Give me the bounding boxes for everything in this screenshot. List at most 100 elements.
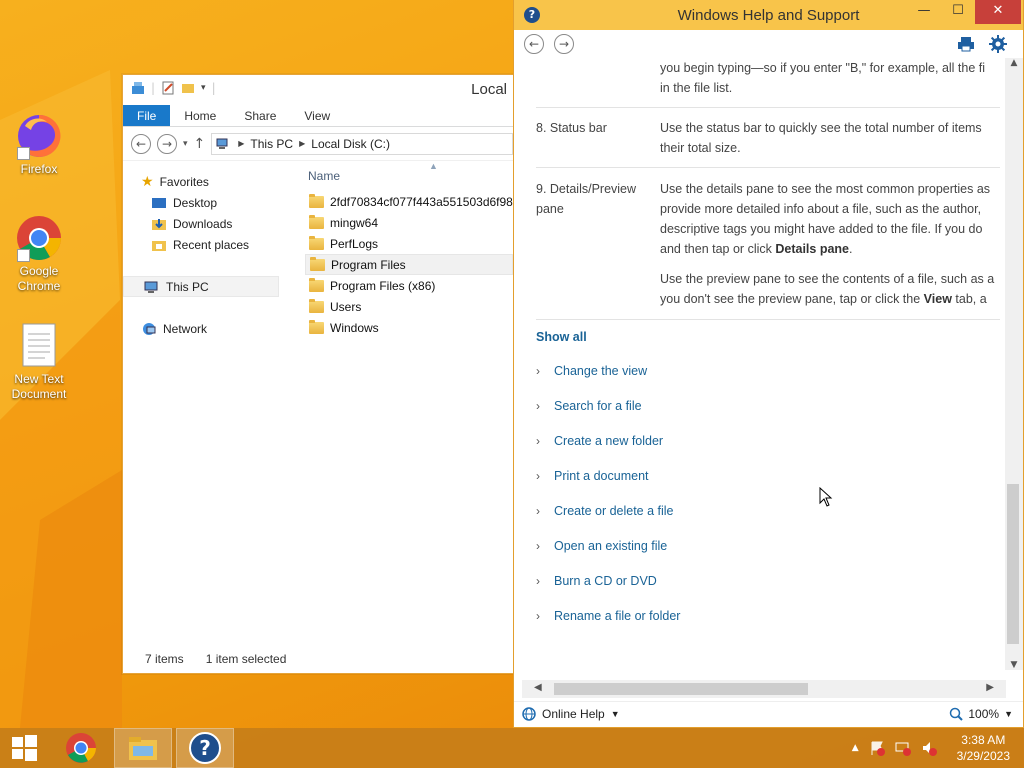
nav-network[interactable]: Network <box>131 318 291 339</box>
file-row[interactable]: mingw64 <box>305 212 513 233</box>
vertical-scroll-thumb[interactable] <box>1007 484 1019 644</box>
tab-file[interactable]: File <box>123 105 171 126</box>
navigation-pane: ★ Favorites Desktop Downloads Recent pla… <box>123 169 291 339</box>
clock-date: 3/29/2023 <box>956 749 1010 763</box>
computer-icon <box>216 138 228 149</box>
print-icon[interactable] <box>957 36 975 52</box>
help-titlebar[interactable]: ? Windows Help and Support — ☐ ✕ <box>514 0 1023 30</box>
file-row[interactable]: PerfLogs <box>305 233 513 254</box>
tab-share[interactable]: Share <box>230 105 290 126</box>
desktop-icon-label: New Text <box>14 372 64 386</box>
related-link-label: Create or delete a file <box>554 504 674 518</box>
maximize-button[interactable]: ☐ <box>941 0 975 24</box>
address-bar[interactable]: ▶ This PC ▶ Local Disk (C:) <box>211 132 513 155</box>
desktop-icon-firefox[interactable]: Firefox <box>4 112 74 177</box>
minimize-button[interactable]: — <box>907 0 941 24</box>
scroll-down-icon[interactable]: ▼ <box>1005 660 1023 670</box>
nav-recent-places[interactable]: Recent places <box>131 234 291 255</box>
nav-network-label: Network <box>163 321 208 336</box>
related-link[interactable]: › Rename a file or folder <box>536 609 1000 644</box>
windows-logo-icon <box>12 735 37 761</box>
explorer-titlebar[interactable]: | ▾ | Local <box>123 75 513 105</box>
new-folder-icon[interactable] <box>181 81 195 95</box>
chevron-right-icon: › <box>536 434 540 448</box>
nav-downloads[interactable]: Downloads <box>131 213 291 234</box>
nav-favorites[interactable]: ★ Favorites <box>131 171 291 192</box>
taskbar-chrome[interactable] <box>52 728 110 768</box>
help-desc-line: Use the status bar to quickly see the to… <box>660 121 982 135</box>
chevron-right-icon: › <box>536 539 540 553</box>
related-link[interactable]: › Change the view <box>536 364 1000 399</box>
help-back-button[interactable]: ← <box>524 34 544 54</box>
qat-dropdown-icon[interactable]: ▾ <box>201 83 206 93</box>
help-desc-line: provide more detailed info about a file,… <box>660 202 982 216</box>
related-link[interactable]: › Create or delete a file <box>536 504 1000 539</box>
gear-icon[interactable] <box>989 35 1007 53</box>
desktop-icon-text-document[interactable]: New Text Document <box>4 322 74 402</box>
show-all-link[interactable]: Show all <box>536 330 1000 344</box>
help-forward-button[interactable]: → <box>554 34 574 54</box>
nav-desktop-label: Desktop <box>173 195 218 210</box>
related-link[interactable]: › Create a new folder <box>536 434 1000 469</box>
column-header-name[interactable]: Name ▲ <box>305 161 513 191</box>
related-link[interactable]: › Open an existing file <box>536 539 1000 574</box>
recent-locations-icon[interactable]: ▾ <box>183 139 188 149</box>
volume-muted-icon[interactable] <box>921 740 937 756</box>
desktop-icon-label: Document <box>11 387 67 401</box>
folder-icon <box>310 256 325 271</box>
help-term: 8. Status bar <box>536 121 607 135</box>
arrow-right-icon: → <box>558 37 570 51</box>
file-row[interactable]: Program Files (x86) <box>305 275 513 296</box>
back-button[interactable]: ← <box>131 133 151 154</box>
related-link[interactable]: › Burn a CD or DVD <box>536 574 1000 609</box>
file-row[interactable]: Users <box>305 296 513 317</box>
clock[interactable]: 3:38 AM 3/29/2023 <box>957 732 1010 764</box>
system-tray: ▲ 3:38 AM 3/29/2023 <box>852 728 1024 768</box>
close-button[interactable]: ✕ <box>975 0 1021 24</box>
file-row[interactable]: Windows <box>305 317 513 338</box>
help-content: you begin typing—so if you enter "B," fo… <box>536 58 1000 678</box>
start-button[interactable] <box>0 728 48 768</box>
breadcrumb-local-disk[interactable]: Local Disk (C:) <box>311 137 390 151</box>
forward-button[interactable]: → <box>157 133 177 154</box>
explorer-status-bar: 7 items 1 item selected <box>123 645 513 673</box>
network-icon <box>143 322 156 335</box>
folder-icon <box>309 319 324 334</box>
explorer-body: ★ Favorites Desktop Downloads Recent pla… <box>123 161 513 651</box>
vertical-scrollbar[interactable]: ▲ ▼ <box>1005 58 1023 670</box>
selection-count: 1 item selected <box>205 652 287 666</box>
nav-this-pc[interactable]: This PC <box>123 276 279 297</box>
horizontal-scroll-thumb[interactable] <box>554 683 808 695</box>
computer-icon <box>144 281 158 293</box>
chevron-right-icon: › <box>536 504 540 518</box>
related-link-label: Print a document <box>554 469 649 483</box>
properties-icon[interactable] <box>161 81 175 95</box>
file-row[interactable]: Program Files <box>305 254 513 275</box>
file-row[interactable]: 2fdf70834cf077f443a551503d6f98f2 <box>305 191 513 212</box>
zoom-control[interactable]: 100% ▼ <box>949 707 1013 721</box>
chevron-right-icon: › <box>536 364 540 378</box>
up-button[interactable]: ↑ <box>194 136 206 152</box>
taskbar-file-explorer[interactable] <box>114 728 172 768</box>
network-status-icon[interactable] <box>895 740 911 756</box>
action-center-flag-icon[interactable] <box>869 740 885 756</box>
help-table-row: you begin typing—so if you enter "B," fo… <box>536 58 1000 108</box>
breadcrumb-this-pc[interactable]: This PC <box>250 137 293 151</box>
tab-view[interactable]: View <box>290 105 344 126</box>
related-link[interactable]: › Search for a file <box>536 399 1000 434</box>
horizontal-scrollbar[interactable]: ◀ ▶ <box>522 680 1006 698</box>
help-term-line: 9. Details/Preview <box>536 182 637 196</box>
nav-favorites-label: Favorites <box>159 174 209 189</box>
online-help-button[interactable]: Online Help ▼ <box>522 707 620 721</box>
tab-home[interactable]: Home <box>170 105 230 126</box>
scroll-left-icon[interactable]: ◀ <box>534 682 542 693</box>
taskbar-help[interactable]: ? <box>176 728 234 768</box>
related-link[interactable]: › Print a document <box>536 469 1000 504</box>
nav-desktop[interactable]: Desktop <box>131 192 291 213</box>
scroll-up-icon[interactable]: ▲ <box>1005 58 1023 68</box>
clock-time: 3:38 AM <box>961 733 1006 747</box>
desktop-icon-chrome[interactable]: Google Chrome <box>4 214 74 294</box>
show-hidden-icons-icon[interactable]: ▲ <box>852 743 859 753</box>
chevron-right-icon: › <box>536 399 540 413</box>
scroll-right-icon[interactable]: ▶ <box>986 682 994 693</box>
